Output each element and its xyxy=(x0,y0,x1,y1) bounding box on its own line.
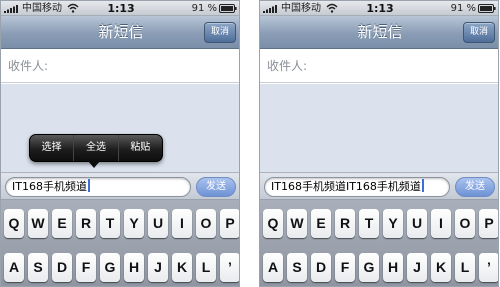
key-g[interactable]: G xyxy=(100,253,120,282)
compose-bar: IT168手机频道IT168手机频道 发送 xyxy=(260,172,498,200)
battery-percent: 91 % xyxy=(450,3,476,14)
key-h[interactable]: H xyxy=(383,253,403,282)
key-t[interactable]: T xyxy=(359,209,379,238)
key-o[interactable]: O xyxy=(455,209,475,238)
wifi-icon xyxy=(326,3,338,13)
key-p[interactable]: P xyxy=(220,209,239,238)
navigation-bar: 新短信 取消 xyxy=(1,16,239,49)
key-r[interactable]: R xyxy=(335,209,355,238)
edit-menu-popup: 选择 全选 粘贴 xyxy=(29,134,163,162)
key-q[interactable]: Q xyxy=(4,209,24,238)
key-l[interactable]: L xyxy=(196,253,216,282)
phone-screen-left: 中国移动 1:13 91 % 新短信 取消 收件人: 选择 全选 粘贴 IT16… xyxy=(0,0,240,287)
key-d[interactable]: D xyxy=(311,253,331,282)
message-input[interactable]: IT168手机频道 xyxy=(5,177,191,197)
key-q[interactable]: Q xyxy=(263,209,283,238)
recipient-field[interactable]: 收件人: xyxy=(1,50,239,83)
key-apostrophe[interactable]: ’ xyxy=(479,253,498,282)
wifi-icon xyxy=(67,3,79,13)
phone-screen-right: 中国移动 1:13 91 % 新短信 取消 收件人: IT168手机频道IT16… xyxy=(259,0,499,287)
compose-bar: IT168手机频道 发送 xyxy=(1,172,239,200)
menu-item-select-all[interactable]: 全选 xyxy=(74,135,119,161)
navigation-bar: 新短信 取消 xyxy=(260,16,498,49)
key-u[interactable]: U xyxy=(148,209,168,238)
text-cursor xyxy=(421,179,424,192)
key-i[interactable]: I xyxy=(431,209,451,238)
key-w[interactable]: W xyxy=(28,209,48,238)
keyboard: Q W E R T Y U I O P A S D F G H J K L ’ xyxy=(260,200,498,286)
key-r[interactable]: R xyxy=(76,209,96,238)
key-o[interactable]: O xyxy=(196,209,216,238)
key-i[interactable]: I xyxy=(172,209,192,238)
key-j[interactable]: J xyxy=(148,253,168,282)
key-g[interactable]: G xyxy=(359,253,379,282)
recipient-label: 收件人: xyxy=(267,59,308,73)
send-button[interactable]: 发送 xyxy=(196,177,236,197)
menu-item-select[interactable]: 选择 xyxy=(30,135,75,161)
message-input-text: IT168手机频道IT168手机频道 xyxy=(271,180,421,193)
status-bar: 中国移动 1:13 91 % xyxy=(1,1,239,16)
key-h[interactable]: H xyxy=(124,253,144,282)
recipient-label: 收件人: xyxy=(8,59,49,73)
key-y[interactable]: Y xyxy=(124,209,144,238)
signal-bars-icon xyxy=(4,5,18,13)
key-a[interactable]: A xyxy=(263,253,283,282)
carrier-name: 中国移动 xyxy=(22,3,62,14)
cancel-button[interactable]: 取消 xyxy=(463,22,495,43)
message-history-area xyxy=(260,84,498,172)
key-j[interactable]: J xyxy=(407,253,427,282)
text-cursor xyxy=(87,179,90,192)
key-f[interactable]: F xyxy=(335,253,355,282)
recipient-field[interactable]: 收件人: xyxy=(260,50,498,83)
key-apostrophe[interactable]: ’ xyxy=(220,253,239,282)
key-p[interactable]: P xyxy=(479,209,498,238)
keyboard: Q W E R T Y U I O P A S D F G H J K L ’ xyxy=(1,200,239,286)
key-s[interactable]: S xyxy=(287,253,307,282)
key-w[interactable]: W xyxy=(287,209,307,238)
key-a[interactable]: A xyxy=(4,253,24,282)
key-y[interactable]: Y xyxy=(383,209,403,238)
edit-menu-arrow xyxy=(88,161,100,168)
message-input[interactable]: IT168手机频道IT168手机频道 xyxy=(264,177,450,197)
menu-item-paste[interactable]: 粘贴 xyxy=(119,135,162,161)
key-s[interactable]: S xyxy=(28,253,48,282)
status-bar: 中国移动 1:13 91 % xyxy=(260,1,498,16)
battery-icon xyxy=(478,4,496,13)
key-e[interactable]: E xyxy=(52,209,72,238)
key-u[interactable]: U xyxy=(407,209,427,238)
carrier-name: 中国移动 xyxy=(281,3,321,14)
key-e[interactable]: E xyxy=(311,209,331,238)
key-d[interactable]: D xyxy=(52,253,72,282)
key-l[interactable]: L xyxy=(455,253,475,282)
key-t[interactable]: T xyxy=(100,209,120,238)
signal-bars-icon xyxy=(263,5,277,13)
key-k[interactable]: K xyxy=(431,253,451,282)
cancel-button[interactable]: 取消 xyxy=(204,22,236,43)
message-input-text: IT168手机频道 xyxy=(12,180,87,193)
battery-icon xyxy=(219,4,237,13)
key-f[interactable]: F xyxy=(76,253,96,282)
key-k[interactable]: K xyxy=(172,253,192,282)
send-button[interactable]: 发送 xyxy=(455,177,495,197)
battery-percent: 91 % xyxy=(191,3,217,14)
